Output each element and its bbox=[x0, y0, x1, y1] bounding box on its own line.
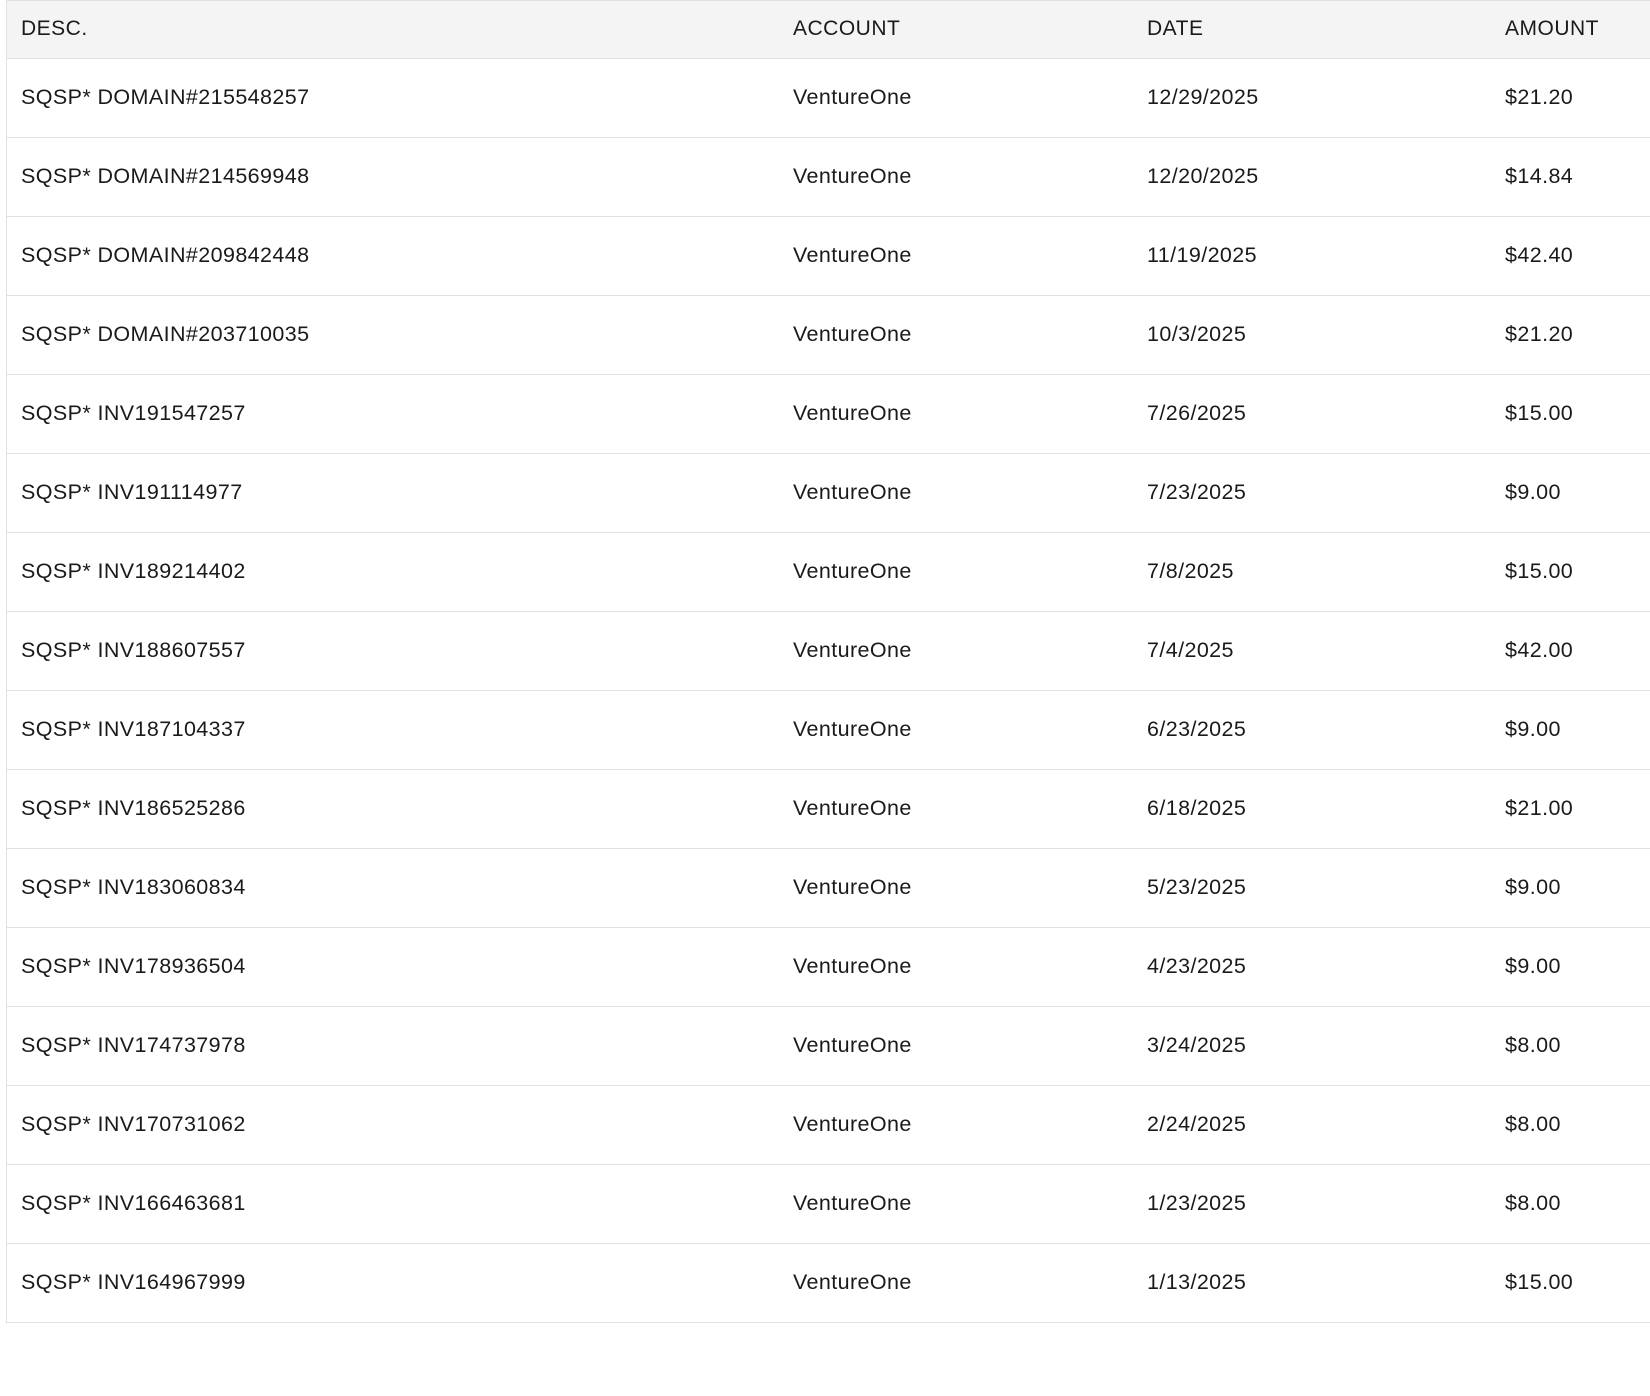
cell-desc: SQSP* INV191547257 bbox=[21, 401, 246, 425]
table-row[interactable]: SQSP* INV188607557 VentureOne 7/4/2025 $42.… bbox=[7, 611, 1650, 690]
table-header-row: DESC. ACCOUNT DATE AMOUNT bbox=[7, 1, 1650, 58]
cell-account: VentureOne bbox=[793, 796, 912, 820]
cell-desc: SQSP* DOMAIN#209842448 bbox=[21, 243, 310, 267]
table-row[interactable]: SQSP* INV186525286 VentureOne 6/18/2025 $21… bbox=[7, 769, 1650, 848]
cell-amount: $9.00 bbox=[1505, 875, 1561, 899]
table-row[interactable]: SQSP* INV164967999 VentureOne 1/13/2025 $15… bbox=[7, 1243, 1650, 1322]
table-row[interactable]: SQSP* DOMAIN#214569948 VentureOne 12/20/20… bbox=[7, 137, 1650, 216]
cell-date: 5/23/2025 bbox=[1147, 875, 1247, 899]
cell-amount: $42.40 bbox=[1505, 243, 1574, 267]
cell-date: 7/23/2025 bbox=[1147, 480, 1247, 504]
cell-date: 4/23/2025 bbox=[1147, 954, 1247, 978]
table-row[interactable]: SQSP* INV191114977 VentureOne 7/23/2025 $9.… bbox=[7, 453, 1650, 532]
cell-desc: SQSP* INV178936504 bbox=[21, 954, 246, 978]
cell-desc: SQSP* INV164967999 bbox=[21, 1270, 246, 1294]
cell-account: VentureOne bbox=[793, 717, 912, 741]
cell-desc: SQSP* INV191114977 bbox=[21, 480, 243, 504]
cell-date: 1/23/2025 bbox=[1147, 1191, 1247, 1215]
table-row[interactable]: SQSP* INV166463681 VentureOne 1/23/2025 $8.… bbox=[7, 1164, 1650, 1243]
cell-date: 3/24/2025 bbox=[1147, 1033, 1247, 1057]
cell-amount: $21.20 bbox=[1505, 85, 1574, 109]
cell-desc: SQSP* INV174737978 bbox=[21, 1033, 246, 1057]
cell-amount: $42.00 bbox=[1505, 638, 1574, 662]
cell-desc: SQSP* INV188607557 bbox=[21, 638, 246, 662]
cell-account: VentureOne bbox=[793, 243, 912, 267]
table-row[interactable]: SQSP* DOMAIN#203710035 VentureOne 10/3/202… bbox=[7, 295, 1650, 374]
cell-account: VentureOne bbox=[793, 322, 912, 346]
cell-account: VentureOne bbox=[793, 954, 912, 978]
cell-amount: $15.00 bbox=[1505, 1270, 1574, 1294]
cell-amount: $15.00 bbox=[1505, 559, 1574, 583]
cell-account: VentureOne bbox=[793, 875, 912, 899]
cell-desc: SQSP* INV170731062 bbox=[21, 1112, 246, 1136]
table-row[interactable]: SQSP* INV189214402 VentureOne 7/8/2025 $15.… bbox=[7, 532, 1650, 611]
cell-account: VentureOne bbox=[793, 85, 912, 109]
cell-amount: $21.00 bbox=[1505, 796, 1574, 820]
cell-account: VentureOne bbox=[793, 164, 912, 188]
cell-desc: SQSP* DOMAIN#215548257 bbox=[21, 85, 310, 109]
cell-date: 6/18/2025 bbox=[1147, 796, 1247, 820]
cell-desc: SQSP* DOMAIN#214569948 bbox=[21, 164, 310, 188]
table-row[interactable]: SQSP* INV187104337 VentureOne 6/23/2025 $9.… bbox=[7, 690, 1650, 769]
transactions-table: DESC. ACCOUNT DATE AMOUNT SQSP* DOMAIN#2… bbox=[7, 1, 1650, 1323]
cell-date: 12/29/2025 bbox=[1147, 85, 1259, 109]
cell-date: 10/3/2025 bbox=[1147, 322, 1247, 346]
cell-account: VentureOne bbox=[793, 1191, 912, 1215]
cell-amount: $8.00 bbox=[1505, 1112, 1561, 1136]
cell-amount: $14.84 bbox=[1505, 164, 1574, 188]
cell-date: 12/20/2025 bbox=[1147, 164, 1259, 188]
cell-account: VentureOne bbox=[793, 480, 912, 504]
cell-desc: SQSP* INV189214402 bbox=[21, 559, 246, 583]
cell-desc: SQSP* DOMAIN#203710035 bbox=[21, 322, 310, 346]
cell-account: VentureOne bbox=[793, 559, 912, 583]
cell-account: VentureOne bbox=[793, 1033, 912, 1057]
transactions-table-container: DESC. ACCOUNT DATE AMOUNT SQSP* DOMAIN#2… bbox=[6, 0, 1650, 1323]
table-row[interactable]: SQSP* INV191547257 VentureOne 7/26/2025 $15… bbox=[7, 374, 1650, 453]
cell-date: 7/4/2025 bbox=[1147, 638, 1234, 662]
column-header-amount[interactable]: AMOUNT bbox=[1505, 1, 1650, 58]
table-body: SQSP* DOMAIN#215548257 VentureOne 12/29/20… bbox=[7, 58, 1650, 1322]
table-header: DESC. ACCOUNT DATE AMOUNT bbox=[7, 1, 1650, 58]
cell-desc: SQSP* INV186525286 bbox=[21, 796, 246, 820]
table-row[interactable]: SQSP* DOMAIN#215548257 VentureOne 12/29/20… bbox=[7, 58, 1650, 137]
column-header-desc[interactable]: DESC. bbox=[7, 1, 793, 58]
table-row[interactable]: SQSP* INV170731062 VentureOne 2/24/2025 $8.… bbox=[7, 1085, 1650, 1164]
table-row[interactable]: SQSP* INV183060834 VentureOne 5/23/2025 $9.… bbox=[7, 848, 1650, 927]
cell-amount: $9.00 bbox=[1505, 717, 1561, 741]
cell-date: 6/23/2025 bbox=[1147, 717, 1247, 741]
cell-amount: $9.00 bbox=[1505, 480, 1561, 504]
column-header-date[interactable]: DATE bbox=[1147, 1, 1505, 58]
cell-date: 11/19/2025 bbox=[1147, 243, 1258, 267]
cell-amount: $15.00 bbox=[1505, 401, 1574, 425]
cell-amount: $21.20 bbox=[1505, 322, 1574, 346]
cell-amount: $8.00 bbox=[1505, 1033, 1561, 1057]
cell-amount: $8.00 bbox=[1505, 1191, 1561, 1215]
table-row[interactable]: SQSP* INV178936504 VentureOne 4/23/2025 $9.… bbox=[7, 927, 1650, 1006]
cell-amount: $9.00 bbox=[1505, 954, 1561, 978]
cell-date: 1/13/2025 bbox=[1147, 1270, 1247, 1294]
cell-date: 7/26/2025 bbox=[1147, 401, 1247, 425]
cell-desc: SQSP* INV166463681 bbox=[21, 1191, 246, 1215]
cell-account: VentureOne bbox=[793, 401, 912, 425]
cell-desc: SQSP* INV183060834 bbox=[21, 875, 246, 899]
cell-date: 7/8/2025 bbox=[1147, 559, 1234, 583]
cell-desc: SQSP* INV187104337 bbox=[21, 717, 246, 741]
cell-date: 2/24/2025 bbox=[1147, 1112, 1247, 1136]
cell-account: VentureOne bbox=[793, 1112, 912, 1136]
column-header-account[interactable]: ACCOUNT bbox=[793, 1, 1147, 58]
table-row[interactable]: SQSP* INV174737978 VentureOne 3/24/2025 $8.… bbox=[7, 1006, 1650, 1085]
cell-account: VentureOne bbox=[793, 1270, 912, 1294]
table-row[interactable]: SQSP* DOMAIN#209842448 VentureOne 11/19/20… bbox=[7, 216, 1650, 295]
cell-account: VentureOne bbox=[793, 638, 912, 662]
